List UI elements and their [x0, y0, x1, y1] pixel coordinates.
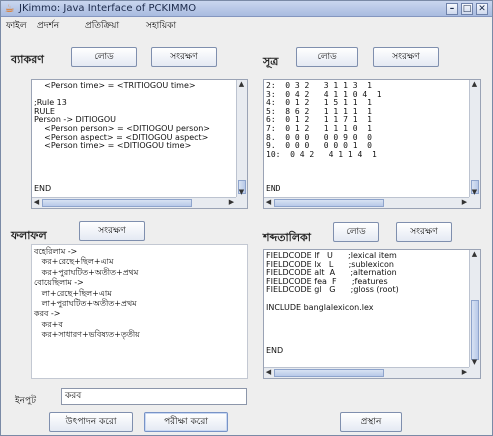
scroll-right-icon[interactable]: ▶ — [460, 198, 469, 207]
text-line — [266, 321, 467, 330]
text-line: ;Rule 13 — [34, 98, 67, 108]
scroll-left-icon[interactable]: ◀ — [264, 368, 273, 377]
grammar-horizontal-scrollbar[interactable]: ◀ ▶ — [32, 197, 236, 208]
output-save-button[interactable]: সংরক্ষণ — [79, 221, 145, 241]
lexicon-text: FIELDCODE lf U ;lexical item FIELDCODE lx… — [266, 251, 467, 355]
rules-heading: সূত্র — [263, 55, 279, 68]
text-line: <Person time> = <DITIOGOU time> — [34, 141, 192, 151]
rules-load-button[interactable]: লোড — [296, 47, 358, 67]
scroll-up-icon[interactable]: ▲ — [470, 250, 479, 259]
recognize-button[interactable]: পরীক্ষা করো — [144, 412, 228, 432]
quit-button[interactable]: প্রস্থান — [340, 412, 402, 432]
grammar-text: <Person time> = <TRITIOGOU time> ;Rule 1… — [34, 81, 234, 194]
text-line — [34, 177, 234, 186]
grammar-save-button[interactable]: সংরক্ষণ — [151, 47, 217, 67]
text-line: বোয়েছিলাম -> — [34, 278, 84, 288]
text-line — [266, 312, 467, 321]
lexicon-textarea[interactable]: FIELDCODE lf U ;lexical item FIELDCODE lx… — [263, 249, 481, 379]
scroll-corner — [469, 197, 480, 208]
grammar-textarea[interactable]: <Person time> = <TRITIOGOU time> ;Rule 1… — [31, 79, 248, 209]
rules-textarea[interactable]: 2: 0 3 2 3 1 1 3 1 3: 0 4 2 4 1 1 0 4 1 4:… — [263, 79, 481, 209]
lexicon-vertical-scrollbar[interactable]: ▲ ▼ — [469, 250, 480, 367]
text-line — [266, 159, 467, 168]
menu-help[interactable]: সহায়িকা — [146, 19, 176, 33]
text-line — [34, 151, 234, 160]
rules-horizontal-scrollbar[interactable]: ◀ ▶ — [264, 197, 469, 208]
menu-view[interactable]: প্রদর্শন — [37, 19, 59, 33]
rules-text: 2: 0 3 2 3 1 1 3 1 3: 0 4 2 4 1 1 0 4 1 4:… — [266, 81, 467, 194]
scroll-left-icon[interactable]: ◀ — [32, 198, 41, 207]
scroll-thumb[interactable] — [42, 199, 192, 207]
text-line: END — [266, 345, 284, 355]
scroll-right-icon[interactable]: ▶ — [227, 198, 236, 207]
text-line: কর+পুরাঘটিত+অতীত+প্রথম — [34, 267, 139, 277]
text-line: <Person time> = <TRITIOGOU time> — [34, 81, 196, 90]
maximize-button[interactable]: □ — [461, 3, 473, 15]
text-line — [34, 168, 234, 177]
rules-save-button[interactable]: সংরক্ষণ — [373, 47, 439, 67]
text-line — [266, 329, 467, 338]
scroll-down-icon[interactable]: ▼ — [470, 188, 479, 197]
scroll-down-icon[interactable]: ▼ — [470, 358, 479, 367]
grammar-heading: ব্যাকরণ — [11, 53, 44, 66]
coffee-cup-icon: ☕ — [4, 2, 15, 15]
text-line: 10: 0 4 2 4 1 1 4 1 — [266, 149, 377, 159]
scroll-down-icon[interactable]: ▼ — [237, 188, 246, 197]
text-line — [266, 177, 467, 186]
text-line: লা+রেছে+ছিল+এাম — [34, 288, 112, 298]
text-line — [266, 338, 467, 347]
text-line: কর+ব — [34, 319, 63, 329]
scroll-thumb[interactable] — [471, 300, 479, 360]
lexicon-load-button[interactable]: লোড — [333, 222, 379, 242]
lexicon-heading: শব্দতালিকা — [263, 231, 311, 244]
menu-bar: ফাইল প্রদর্শন প্রতিক্রিয়া সহায়িকা — [1, 18, 492, 34]
text-line — [266, 168, 467, 177]
output-textarea[interactable]: বহেরিলাম -> কর+রেছে+ছিল+এাম কর+পুরাঘটিত+… — [31, 244, 248, 379]
grammar-vertical-scrollbar[interactable]: ▲ ▼ — [236, 80, 247, 197]
text-line: বহেরিলাম -> — [34, 247, 78, 256]
minimize-button[interactable]: – — [446, 3, 458, 15]
text-line — [34, 159, 234, 168]
generate-button[interactable]: উৎপাদন করো — [49, 412, 133, 432]
scroll-corner — [469, 367, 480, 378]
text-line: END — [266, 184, 281, 194]
scroll-up-icon[interactable]: ▲ — [470, 80, 479, 89]
lexicon-save-button[interactable]: সংরক্ষণ — [396, 222, 452, 242]
rules-vertical-scrollbar[interactable]: ▲ ▼ — [469, 80, 480, 197]
text-line: END — [34, 184, 52, 194]
title-bar: ☕ JKimmo: Java Interface of PCKIMMO – □ … — [1, 1, 492, 17]
text-line: করব -> — [34, 309, 61, 319]
scroll-corner — [236, 197, 247, 208]
scroll-right-icon[interactable]: ▶ — [460, 368, 469, 377]
menu-process[interactable]: প্রতিক্রিয়া — [85, 19, 119, 33]
scroll-thumb[interactable] — [274, 199, 384, 207]
grammar-load-button[interactable]: লোড — [71, 47, 137, 67]
scroll-up-icon[interactable]: ▲ — [237, 80, 246, 89]
word-input[interactable]: করব — [61, 388, 247, 405]
text-line: কর+সাধারণ+ভবিষ্যত+তৃতীয় — [34, 330, 140, 340]
input-label: ইনপুট — [15, 396, 37, 406]
text-line: FIELDCODE gl G ;gloss (root) — [266, 285, 399, 295]
output-text: বহেরিলাম -> কর+রেছে+ছিল+এাম কর+পুরাঘটিত+… — [34, 247, 234, 341]
text-line: কর+রেছে+ছিল+এাম — [34, 257, 114, 267]
main-window: ☕ JKimmo: Java Interface of PCKIMMO – □ … — [0, 0, 493, 436]
scroll-left-icon[interactable]: ◀ — [264, 198, 273, 207]
scroll-thumb[interactable] — [274, 369, 384, 377]
text-line: INCLUDE banglalexicon.lex — [266, 302, 374, 312]
lexicon-horizontal-scrollbar[interactable]: ◀ ▶ — [264, 367, 469, 378]
text-line: লা+পুরাঘটিত+অতীত+প্রথম — [34, 299, 137, 309]
close-button[interactable]: ✕ — [476, 3, 488, 15]
window-title: JKimmo: Java Interface of PCKIMMO — [19, 3, 197, 14]
menu-file[interactable]: ফাইল — [6, 19, 27, 33]
